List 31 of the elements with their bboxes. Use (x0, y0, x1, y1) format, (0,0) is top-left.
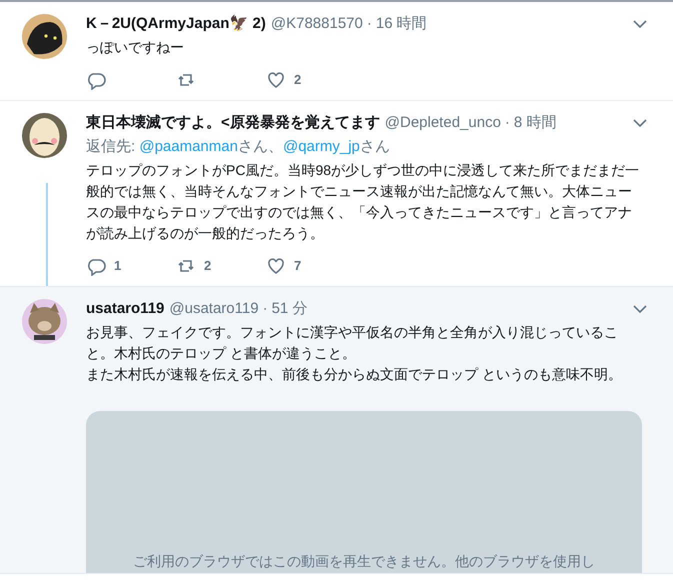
chevron-down-icon[interactable] (633, 305, 647, 313)
mention-link[interactable]: @qarmy_jp (282, 138, 360, 155)
timestamp[interactable]: 8 時間 (514, 113, 556, 133)
like-icon (266, 256, 286, 276)
separator-dot: · (262, 299, 268, 319)
tweet-text: っぽいですねー (86, 38, 185, 57)
retweet-button[interactable]: 2 (176, 256, 266, 276)
separator-dot: · (366, 14, 372, 34)
reply-icon (86, 256, 106, 276)
like-icon (266, 70, 286, 90)
tweet-text: テロップのフォントがPC風だ。当時98が少しずつ世の中に浸透して来た所でまだまだ一般的では無く、当時そんなフォントでニュース速報が出た記憶なんて無い。大体ニュースの最中ならテロップで出すのでは無く、「今入ってきたニュースです」と言ってアナが読み上げるのが一般的だったろう。 (86, 161, 640, 243)
mention-link[interactable]: @paamanman (139, 138, 238, 155)
like-button[interactable]: 2 (266, 70, 356, 90)
tweet-text: お見事、フェイクです。フォントに漢字や平仮名の半角と全角が入り混じっていること。木村氏のテロップ と書体が違うこと。 (86, 323, 619, 363)
reply-to-line: 返信先: @paamanmanさん、@qarmy_jpさん (86, 137, 391, 157)
reply-button[interactable]: 1 (86, 256, 176, 276)
user-handle[interactable]: @usataro119 (169, 299, 259, 319)
timestamp[interactable]: 51 分 (272, 299, 308, 319)
user-name[interactable]: 東日本壊滅ですよ。<原発暴発を覚えてます (86, 113, 380, 133)
user-handle[interactable]: @Depleted_unco (384, 113, 501, 133)
timestamp[interactable]: 16 時間 (376, 14, 427, 34)
chevron-down-icon[interactable] (633, 119, 647, 127)
video-error-message: ご利用のブラウザではこの動画を再生できません。他のブラウザを使用し (133, 552, 595, 571)
chevron-down-icon[interactable] (633, 20, 647, 28)
reply-icon (86, 70, 106, 90)
like-button[interactable]: 7 (266, 256, 356, 276)
user-handle[interactable]: @K78881570 (270, 14, 363, 34)
user-name[interactable]: usataro119 (86, 299, 164, 319)
user-name[interactable]: K－2U(QArmyJapan🦅 2) (86, 14, 266, 34)
tweet-text: また木村氏が速報を伝える中、前後も分からぬ文面でテロップ というのも意味不明。 (86, 365, 623, 384)
separator-dot: · (504, 113, 510, 133)
